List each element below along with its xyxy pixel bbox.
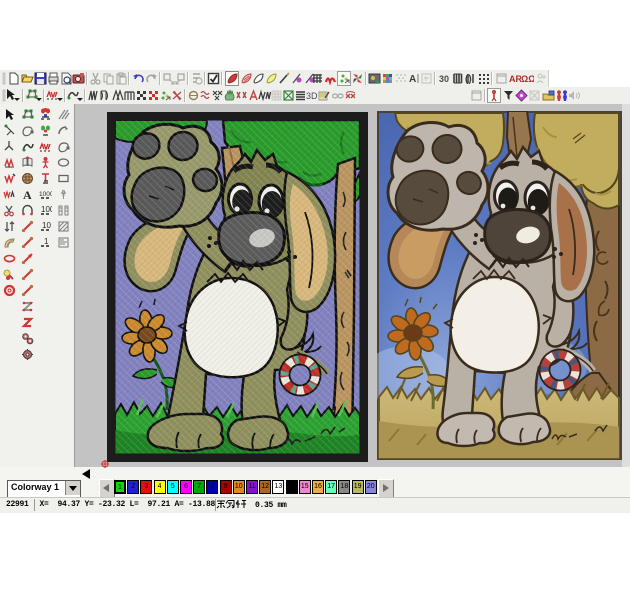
- svg-text:A: A: [23, 188, 32, 201]
- svg-text:ΩΩ: ΩΩ: [521, 74, 534, 84]
- svg-text:100: 100: [41, 205, 52, 214]
- svg-text:AR: AR: [509, 74, 521, 84]
- svg-text:1000: 1000: [39, 191, 52, 198]
- svg-text:10: 10: [42, 221, 51, 230]
- svg-text:A: A: [409, 74, 416, 85]
- svg-text:3D: 3D: [306, 91, 318, 101]
- svg-text:30: 30: [439, 74, 449, 84]
- svg-text:1: 1: [44, 237, 49, 246]
